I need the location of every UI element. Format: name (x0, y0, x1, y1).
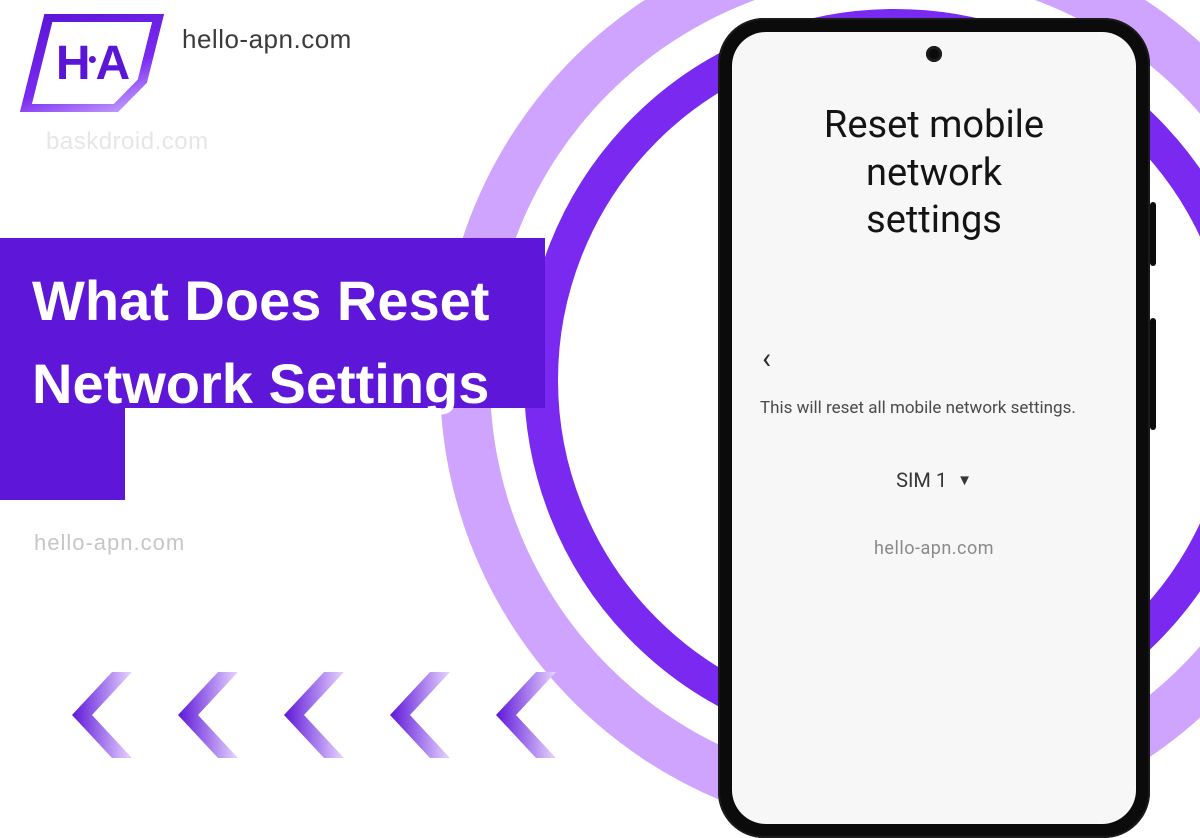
faint-watermark: baskdroid.com (46, 128, 209, 156)
phone-screen: Reset mobile network settings ‹ This wil… (732, 32, 1136, 824)
chevron-left-icon (166, 672, 238, 758)
brand-url: hello-apn.com (182, 24, 352, 55)
sim-selector[interactable]: SIM 1 ▼ (760, 468, 1108, 492)
chevron-row (60, 672, 556, 758)
screen-description: This will reset all mobile network setti… (760, 398, 1108, 418)
phone-camera-icon (926, 46, 942, 62)
brand-logo-dot-icon (89, 56, 96, 63)
screen-title: Reset mobile network settings (760, 102, 1108, 245)
brand-logo: H A (32, 14, 152, 112)
screen-title-line2: settings (866, 198, 1002, 242)
article-title-line2: Network Settings (32, 343, 532, 426)
chevron-down-icon: ▼ (957, 471, 972, 489)
brand-area: H A hello-apn.com (32, 14, 352, 112)
brand-logo-h: H (56, 36, 89, 91)
article-title-line1: What Does Reset (32, 260, 532, 343)
brand-logo-letters: H A (56, 36, 128, 91)
screen-title-line1: Reset mobile network (824, 103, 1044, 195)
article-title: What Does Reset Network Settings Do? (0, 238, 560, 537)
screen-watermark: hello-apn.com (760, 538, 1108, 559)
phone-mockup: Reset mobile network settings ‹ This wil… (718, 18, 1150, 838)
sub-url: hello-apn.com (34, 530, 185, 556)
chevron-left-icon (272, 672, 344, 758)
chevron-left-icon: ‹ (762, 341, 771, 376)
sim-label: SIM 1 (896, 468, 947, 492)
article-title-line3: Do? (32, 426, 532, 509)
brand-logo-a: A (96, 36, 129, 91)
back-button[interactable]: ‹ (760, 335, 773, 382)
chevron-left-icon (378, 672, 450, 758)
chevron-left-icon (484, 672, 556, 758)
chevron-left-icon (60, 672, 132, 758)
